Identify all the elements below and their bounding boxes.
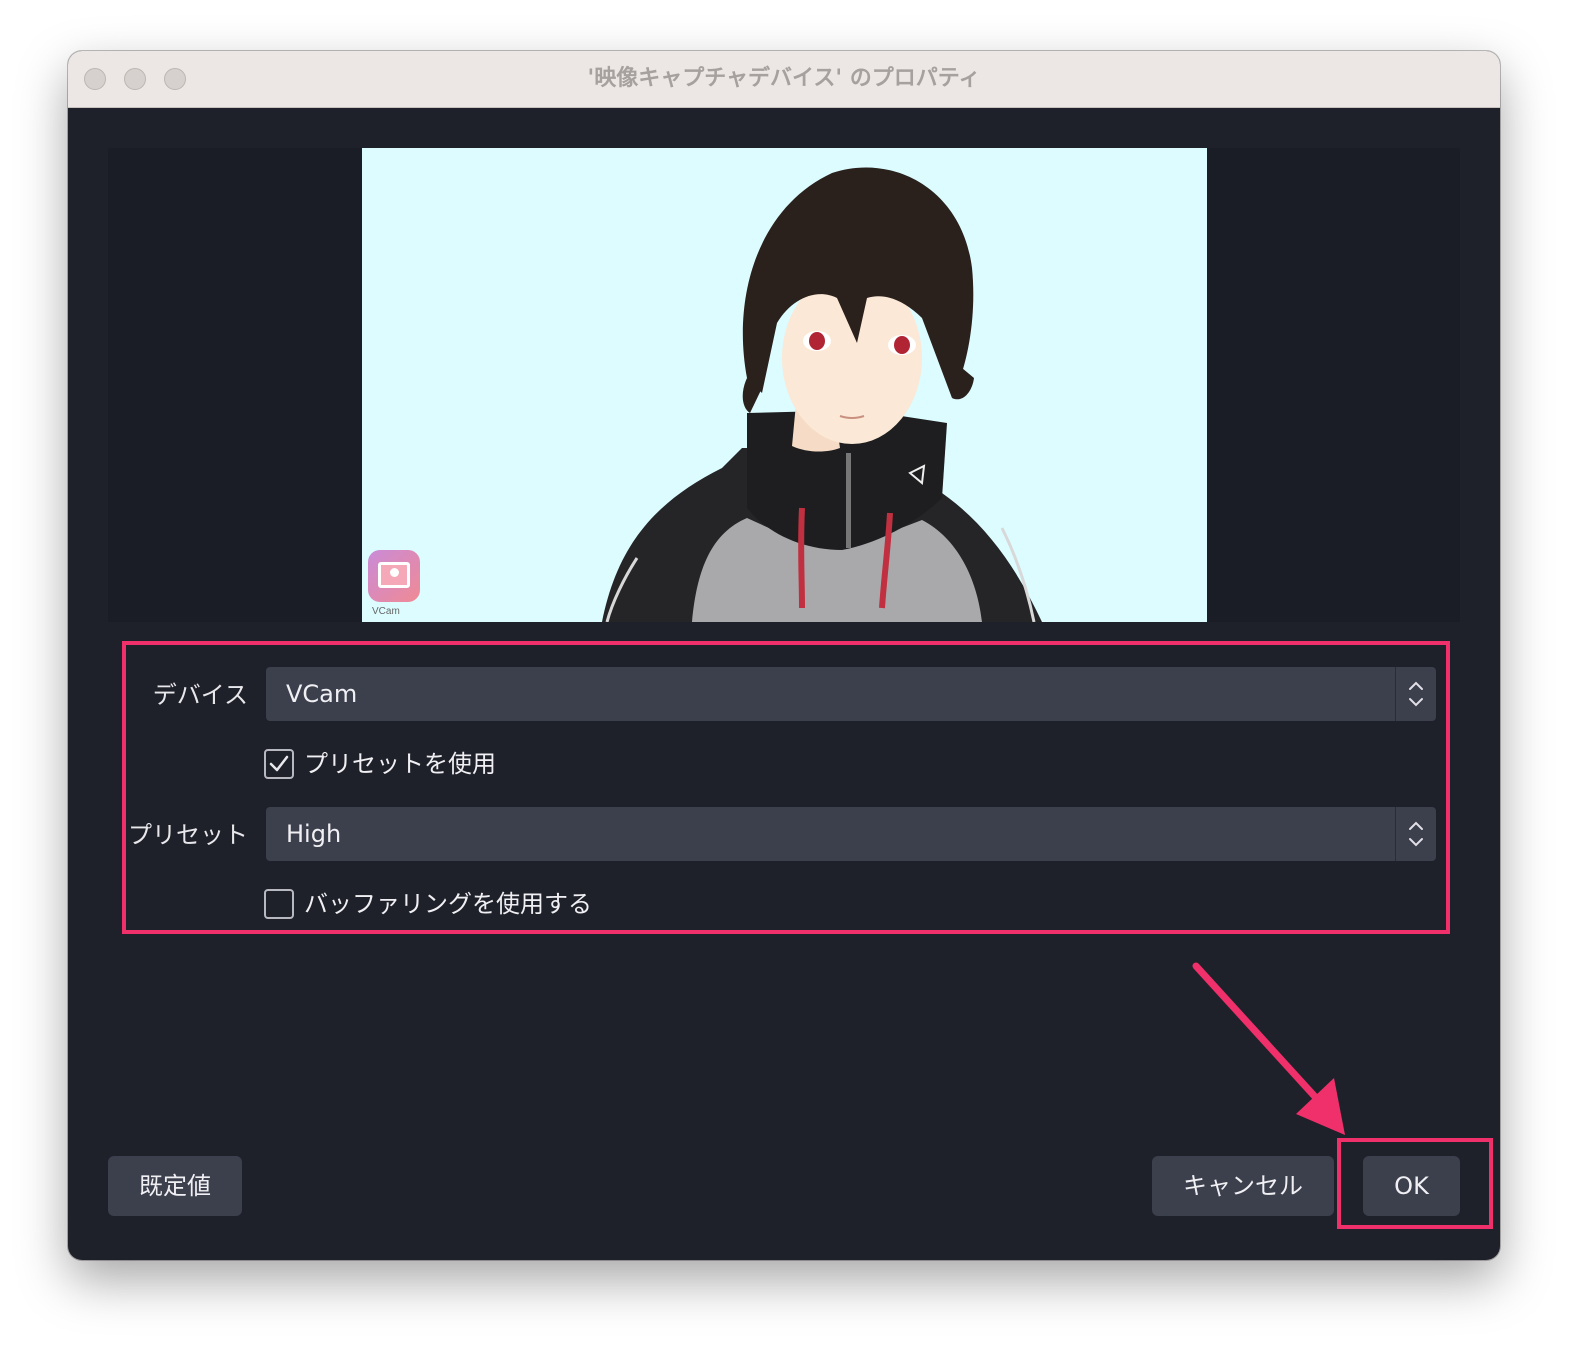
window-title: '映像キャプチャデバイス' のプロパティ	[587, 66, 981, 91]
defaults-button[interactable]: 既定値	[108, 1156, 242, 1216]
highlight-box-form	[122, 641, 1450, 934]
titlebar[interactable]: '映像キャプチャデバイス' のプロパティ	[68, 51, 1500, 108]
preview-frame: VCam	[362, 148, 1207, 622]
vcam-logo-icon	[368, 550, 420, 602]
cancel-button[interactable]: キャンセル	[1152, 1156, 1334, 1216]
highlight-box-ok	[1337, 1138, 1493, 1229]
video-preview: VCam	[108, 148, 1460, 622]
avatar-image	[602, 167, 1042, 622]
vcam-watermark-label: VCam	[372, 606, 400, 617]
